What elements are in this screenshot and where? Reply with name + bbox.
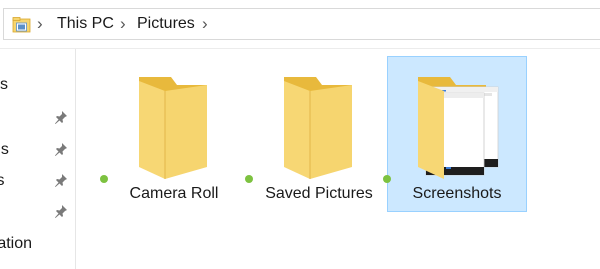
pin-icon[interactable] xyxy=(53,172,69,188)
nav-item-downloads[interactable]: ds xyxy=(0,140,9,160)
folder-icon xyxy=(418,77,499,179)
breadcrumb-pictures[interactable]: Pictures xyxy=(137,12,195,36)
chevron-right-icon[interactable]: › xyxy=(37,12,43,36)
nav-item-quick-access[interactable]: ss xyxy=(0,75,8,95)
chevron-right-icon[interactable]: › xyxy=(202,12,208,36)
chevron-right-icon[interactable]: › xyxy=(120,12,126,36)
folder-name: Camera Roll xyxy=(129,185,219,202)
nav-item-documents[interactable]: ts xyxy=(0,171,4,191)
sync-status-icon xyxy=(100,175,108,183)
address-bar[interactable]: › This PC › Pictures › xyxy=(3,8,600,40)
folder-item-screenshots[interactable]: Screenshots xyxy=(383,56,527,212)
pin-icon[interactable] xyxy=(53,203,69,219)
breadcrumb-this-pc[interactable]: This PC xyxy=(57,12,114,36)
folder-icon xyxy=(139,77,207,179)
folder-item-saved-pictures[interactable]: Saved Pictures xyxy=(245,56,389,212)
folder-icon xyxy=(284,77,352,179)
navigation-pane: ss ds ts ration xyxy=(0,49,75,269)
pictures-folder-icon xyxy=(12,17,31,33)
sync-status-icon xyxy=(245,175,253,183)
file-list: Camera Roll Saved Pictures Screenshots xyxy=(76,49,600,269)
pin-icon[interactable] xyxy=(53,109,69,125)
folder-name: Screenshots xyxy=(412,185,502,202)
folder-name: Saved Pictures xyxy=(265,185,373,202)
pin-icon[interactable] xyxy=(53,141,69,157)
nav-item-creative-cloud[interactable]: ration xyxy=(0,234,32,254)
sync-status-icon xyxy=(383,175,391,183)
folder-item-camera-roll[interactable]: Camera Roll xyxy=(100,56,244,212)
